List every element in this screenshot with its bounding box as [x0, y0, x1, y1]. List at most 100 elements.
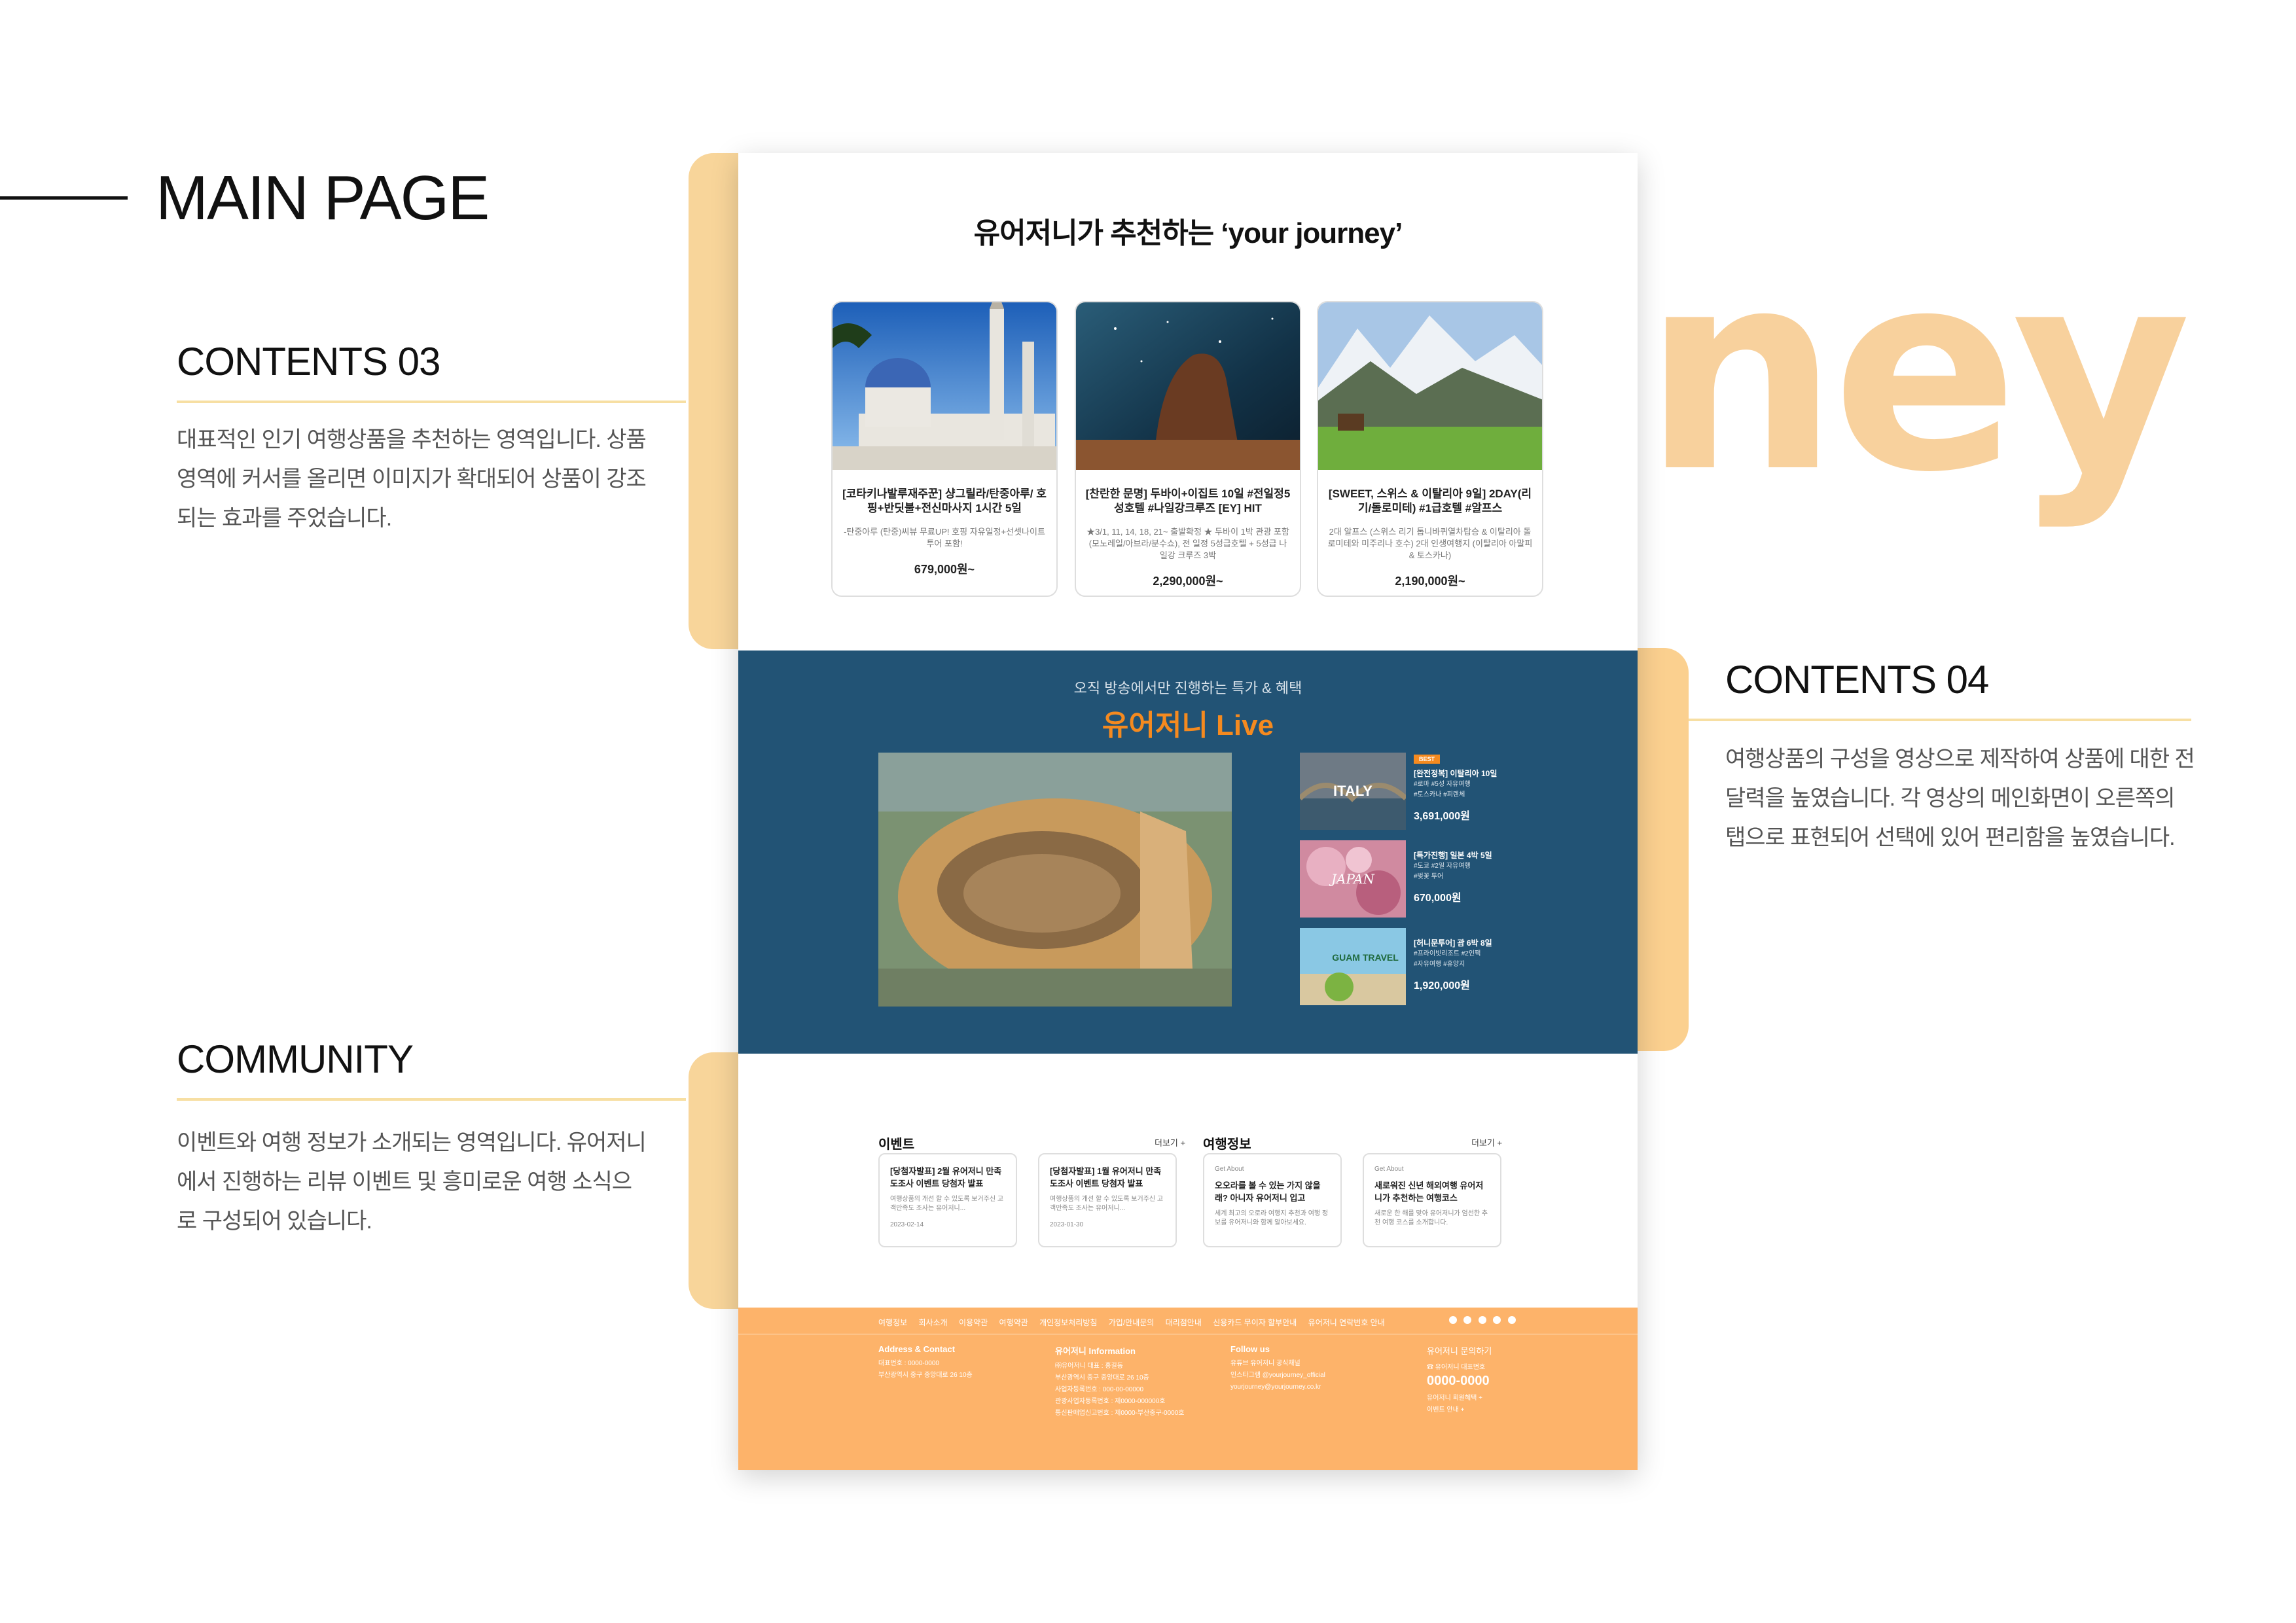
tab-title: [완전정복] 이탈리아 10일: [1414, 769, 1498, 778]
product-card[interactable]: [찬란한 문명] 두바이+이집트 10일 #전일정5성호텔 #나일강크루즈 [E…: [1075, 301, 1301, 597]
product-image-sphinx: [1076, 302, 1300, 470]
event-title: [당첨자발표] 2월 유어저니 만족도조사 이벤트 당첨자 발표: [890, 1166, 1002, 1188]
info-desc: 새로운 한 해를 맞아 유어저니가 엄선한 추천 여행 코스를 소개합니다.: [1374, 1210, 1488, 1226]
product-price: 2,290,000원~: [1153, 575, 1223, 588]
tab-tag: #로마 #5성 자유여행: [1414, 781, 1471, 788]
info-card[interactable]: Get About 오오라를 볼 수 있는 가지 않을래? 아니자 유어저니 입…: [1203, 1153, 1342, 1247]
event-date: 2023-01-30: [1050, 1221, 1084, 1228]
main-video-colosseum[interactable]: [878, 753, 1232, 1007]
best-badge: BEST: [1414, 755, 1441, 764]
footer-line: 관광사업자등록번호 : 제0000-000000호: [1055, 1398, 1166, 1405]
event-card[interactable]: [당첨자발표] 1월 유어저니 만족도조사 이벤트 당첨자 발표 여행상품의 개…: [1038, 1153, 1177, 1247]
info-card[interactable]: Get About 새로워진 신년 해외여행 유어저니가 추천하는 여행코스 새…: [1363, 1153, 1501, 1247]
footer-link[interactable]: 유어저니 연락번호 안내: [1308, 1318, 1385, 1327]
social-icons: [1449, 1315, 1520, 1327]
footer-line[interactable]: 인스타그램 @yourjourney_official: [1230, 1370, 1388, 1382]
desc-line: 에서 진행하는 리뷰 이벤트 및 흥미로운 여행 소식으: [177, 1169, 632, 1194]
event-title: [당첨자발표] 1월 유어저니 만족도조사 이벤트 당첨자 발표: [1050, 1166, 1162, 1188]
blog-icon[interactable]: [1493, 1316, 1501, 1324]
tab-price: 670,000원: [1414, 893, 1462, 904]
community-title: COMMUNITY: [177, 1037, 414, 1081]
footer-col-info: 유어저니 Information ㈜유어저니 대표 : 홍길동 부산광역시 중구…: [1055, 1344, 1219, 1419]
desc-line: 탭으로 표현되어 선택에 있어 편리함을 높였습니다.: [1725, 825, 2176, 850]
tab-tag: #프라이빗리조트 #2인팩: [1414, 950, 1481, 957]
info-more-link[interactable]: 더보기 +: [1471, 1136, 1502, 1149]
footer-col-head: 유어저니 Information: [1055, 1346, 1136, 1356]
event-desc: 여행상품의 개선 할 수 있도록 보거주신 고객만족도 조사는 유어저니...: [1050, 1196, 1164, 1212]
thumb-text: ITALY: [1333, 783, 1372, 799]
info-title: 오오라를 볼 수 있는 가지 않을래? 아니자 유어저니 입고: [1215, 1181, 1321, 1203]
tab-tag: #토스카나 #피렌체: [1414, 791, 1465, 798]
decor-word: ney: [1643, 213, 2191, 533]
website-mockup: 유어저니가 추천하는 ‘your journey’ [코타키나발루재주꾼] 샹그…: [738, 153, 1638, 1470]
contents03-rule: [177, 401, 686, 403]
youtube-icon[interactable]: [1478, 1316, 1486, 1324]
video-tab-guam[interactable]: GUAM TRAVEL: [1300, 928, 1406, 1005]
footer-link[interactable]: 대리점안내: [1166, 1318, 1202, 1327]
footer-link[interactable]: 여행약관: [999, 1318, 1028, 1327]
footer-col-head: Follow us: [1230, 1344, 1270, 1354]
inquiry-title[interactable]: 유어저니 문의하기: [1427, 1344, 1558, 1357]
footer-link[interactable]: 가입/안내문의: [1109, 1318, 1155, 1327]
footer-col-head: Address & Contact: [878, 1344, 956, 1354]
page-heading: MAIN PAGE: [156, 163, 490, 233]
product-desc: ★3/1, 11, 14, 18, 21~ 출발확정 ★ 두바이 1박 관광 포…: [1086, 527, 1289, 560]
footer-line: ㈜유어저니 대표 : 홍길동: [1055, 1363, 1123, 1370]
footer-line[interactable]: 유튜브 유어저니 공식채널: [1230, 1358, 1388, 1370]
event-more-link[interactable]: 더보기 +: [1155, 1136, 1185, 1149]
footer-sublink[interactable]: 유어저니 회원혜택 +: [1427, 1393, 1558, 1404]
kakao-icon[interactable]: [1507, 1316, 1516, 1324]
tab-tag: #자유여행 #휴양지: [1414, 961, 1465, 968]
live-title: 유어저니 Live: [1102, 709, 1274, 741]
footer-inquiry: 유어저니 문의하기 ☎ 유어저니 대표번호 0000-0000 유어저니 회원혜…: [1427, 1344, 1558, 1416]
live-subtitle: 오직 방송에서만 진행하는 특가 & 혜택: [1073, 680, 1302, 696]
thumb-text: JAPAN: [1329, 871, 1376, 887]
product-card[interactable]: [SWEET, 스위스 & 이탈리아 9일] 2DAY(리기/돌로미테) #1급…: [1317, 301, 1543, 597]
phone-number: 0000-0000: [1427, 1374, 1490, 1388]
video-tab-info: [허니문투어] 괌 6박 8일 #프라이빗리조트 #2인팩 #자유여행 #휴양지…: [1414, 937, 1492, 992]
product-title: [코타키나발루재주꾼] 샹그릴라/탄중아루/ 호핑+반딧불+전신마사지 1시간 …: [842, 488, 1047, 514]
tab-title: [특가진행] 일본 4박 5일: [1414, 851, 1492, 860]
product-desc: -탄중아루 (탄중)씨뷰 무료UP! 호핑 자유일정+선셋나이트투어 포함!: [844, 527, 1045, 548]
footer-col-contact: Address & Contact 대표번호 : 0000-0000 부산광역시…: [878, 1344, 1035, 1382]
contents04-title: CONTENTS 04: [1725, 658, 1989, 702]
footer-link[interactable]: 개인정보처리방침: [1039, 1318, 1097, 1327]
footer-sublink[interactable]: 이벤트 안내 +: [1427, 1404, 1558, 1416]
product-title: [찬란한 문명] 두바이+이집트 10일 #전일정5성호텔 #나일강크루즈 [E…: [1085, 488, 1291, 514]
tab-price: 3,691,000원: [1414, 811, 1470, 822]
contents03-desc: 대표적인 인기 여행상품을 추천하는 영역입니다. 상품 영역에 커서를 올리면…: [177, 420, 687, 538]
facebook-icon[interactable]: [1449, 1316, 1457, 1324]
footer-line: 부산광역시 중구 중앙대로 26 10층: [1055, 1374, 1149, 1382]
video-tab-info: [특가진행] 일본 4박 5일 #도쿄 #2일 자유여행 #벚꽃 투어 670,…: [1414, 849, 1492, 904]
event-heading: 이벤트: [878, 1137, 915, 1152]
desc-line: 달력을 높였습니다. 각 영상의 메인화면이 오른쪽의: [1725, 786, 2176, 811]
desc-line: 여행상품의 구성을 영상으로 제작하여 상품에 대한 전: [1725, 747, 2195, 772]
instagram-icon[interactable]: [1463, 1316, 1472, 1324]
desc-line: 영역에 커서를 올리면 이미지가 확대되어 상품이 강조: [177, 467, 647, 491]
footer-line: 사업자등록번호 : 000-00-00000: [1055, 1386, 1144, 1393]
tab-tag: #도쿄 #2일 자유여행: [1414, 863, 1471, 870]
desc-line: 로 구성되어 있습니다.: [177, 1209, 372, 1234]
desc-line: 이벤트와 여행 정보가 소개되는 영역입니다. 유어저니: [177, 1130, 647, 1155]
footer-line: 대표번호 : 0000-0000: [878, 1360, 939, 1367]
video-tab-italy[interactable]: ITALY: [1300, 753, 1406, 830]
footer-link[interactable]: 신용카드 무이자 할부안내: [1213, 1318, 1297, 1327]
product-price: 679,000원~: [914, 563, 975, 576]
desc-line: 되는 효과를 주었습니다.: [177, 506, 392, 531]
tab-price: 1,920,000원: [1414, 980, 1470, 991]
info-desc: 세계 최고의 오로라 여행지 추천과 여행 정보를 유어저니와 함께 알아보세요…: [1215, 1210, 1329, 1226]
video-tab-info: BEST [완전정복] 이탈리아 10일 #로마 #5성 자유여행 #토스카나 …: [1414, 753, 1497, 823]
footer-link[interactable]: 회사소개: [919, 1318, 948, 1327]
footer-line: 통신판매업신고번호 : 제0000-부산중구-0000호: [1055, 1410, 1185, 1417]
event-card[interactable]: [당첨자발표] 2월 유어저니 만족도조사 이벤트 당첨자 발표 여행상품의 개…: [878, 1153, 1017, 1247]
footer-link[interactable]: 이용약관: [959, 1318, 988, 1327]
footer-line[interactable]: yourjourney@yourjourney.co.kr: [1230, 1382, 1388, 1393]
footer-link[interactable]: 여행정보: [878, 1318, 907, 1327]
product-desc: 2대 알프스 (스위스 리기 톱니바퀴열차탑승 & 이탈리아 돌로미테와 미주리…: [1327, 527, 1533, 560]
footer-line: 부산광역시 중구 중앙대로 26 10층: [878, 1372, 973, 1379]
video-tab-japan[interactable]: JAPAN: [1300, 840, 1406, 918]
footer-col-follow: Follow us 유튜브 유어저니 공식채널 인스타그램 @yourjourn…: [1230, 1344, 1388, 1393]
product-card[interactable]: [코타키나발루재주꾼] 샹그릴라/탄중아루/ 호핑+반딧불+전신마사지 1시간 …: [831, 301, 1058, 597]
contents04-desc: 여행상품의 구성을 영상으로 제작하여 상품에 대한 전 달력을 높였습니다. …: [1725, 740, 2236, 857]
event-desc: 여행상품의 개선 할 수 있도록 보거주신 고객만족도 조사는 유어저니...: [890, 1196, 1004, 1212]
